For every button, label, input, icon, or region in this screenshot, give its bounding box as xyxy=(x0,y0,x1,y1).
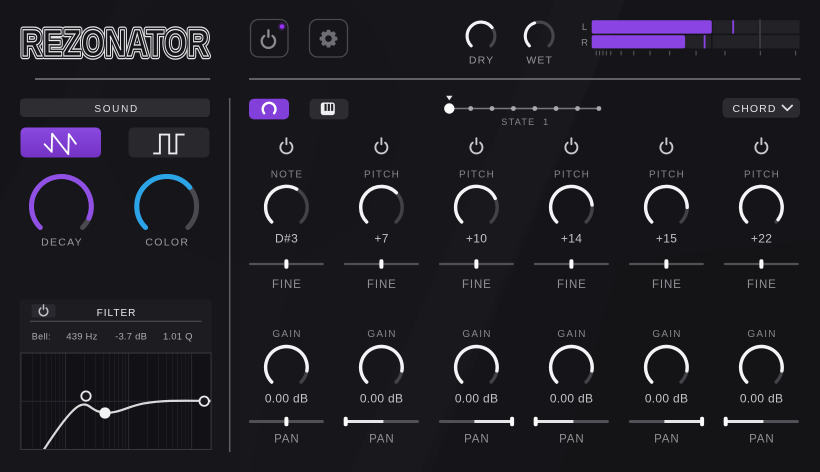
svg-text:0.00 dB: 0.00 dB xyxy=(265,391,308,405)
svg-text:PITCH: PITCH xyxy=(554,170,590,181)
svg-text:FILTER: FILTER xyxy=(97,308,137,319)
svg-text:PITCH: PITCH xyxy=(649,170,685,181)
svg-text:GAIN: GAIN xyxy=(367,329,396,340)
svg-text:GAIN: GAIN xyxy=(272,329,301,340)
svg-text:DRY: DRY xyxy=(469,55,494,67)
svg-text:PAN: PAN xyxy=(464,434,490,446)
svg-text:PAN: PAN xyxy=(654,434,680,446)
svg-text:FINE: FINE xyxy=(652,279,682,291)
svg-text:1.01 Q: 1.01 Q xyxy=(163,331,193,342)
svg-text:GAIN: GAIN xyxy=(462,329,491,340)
svg-text:GAIN: GAIN xyxy=(747,329,776,340)
svg-text:0.00 dB: 0.00 dB xyxy=(645,391,688,405)
svg-text:PAN: PAN xyxy=(559,434,585,446)
svg-text:WET: WET xyxy=(526,55,553,67)
svg-text:PAN: PAN xyxy=(274,434,300,446)
svg-text:FINE: FINE xyxy=(272,279,302,291)
svg-text:FINE: FINE xyxy=(462,279,492,291)
svg-text:STATE 1: STATE 1 xyxy=(501,117,549,127)
svg-text:PITCH: PITCH xyxy=(364,170,400,181)
svg-text:REZONATOR: REZONATOR xyxy=(21,23,209,65)
svg-text:0.00 dB: 0.00 dB xyxy=(455,391,498,405)
svg-text:0.00 dB: 0.00 dB xyxy=(740,391,783,405)
svg-text:CHORD: CHORD xyxy=(733,103,777,115)
svg-text:FINE: FINE xyxy=(367,279,397,291)
svg-text:Bell:: Bell: xyxy=(32,331,51,341)
svg-text:COLOR: COLOR xyxy=(145,236,189,248)
svg-text:PITCH: PITCH xyxy=(459,170,495,181)
svg-text:GAIN: GAIN xyxy=(652,329,681,340)
svg-text:L: L xyxy=(582,22,587,33)
svg-text:PAN: PAN xyxy=(749,434,775,446)
svg-text:+7: +7 xyxy=(374,232,388,246)
svg-text:0.00 dB: 0.00 dB xyxy=(360,391,403,405)
svg-text:D#3: D#3 xyxy=(275,232,298,246)
svg-text:FINE: FINE xyxy=(557,279,587,291)
svg-text:+10: +10 xyxy=(466,232,488,246)
svg-text:+15: +15 xyxy=(656,232,678,246)
svg-text:DECAY: DECAY xyxy=(41,236,83,248)
svg-text:SOUND: SOUND xyxy=(94,104,139,115)
svg-text:FINE: FINE xyxy=(747,279,777,291)
svg-text:0.00 dB: 0.00 dB xyxy=(550,391,593,405)
svg-text:+22: +22 xyxy=(751,232,773,246)
svg-text:PITCH: PITCH xyxy=(744,170,780,181)
svg-text:GAIN: GAIN xyxy=(557,329,586,340)
svg-text:439 Hz: 439 Hz xyxy=(66,331,97,342)
svg-text:R: R xyxy=(581,38,588,49)
svg-text:+14: +14 xyxy=(561,232,583,246)
svg-text:-3.7 dB: -3.7 dB xyxy=(115,331,147,342)
svg-text:PAN: PAN xyxy=(369,434,395,446)
svg-text:NOTE: NOTE xyxy=(271,170,304,181)
